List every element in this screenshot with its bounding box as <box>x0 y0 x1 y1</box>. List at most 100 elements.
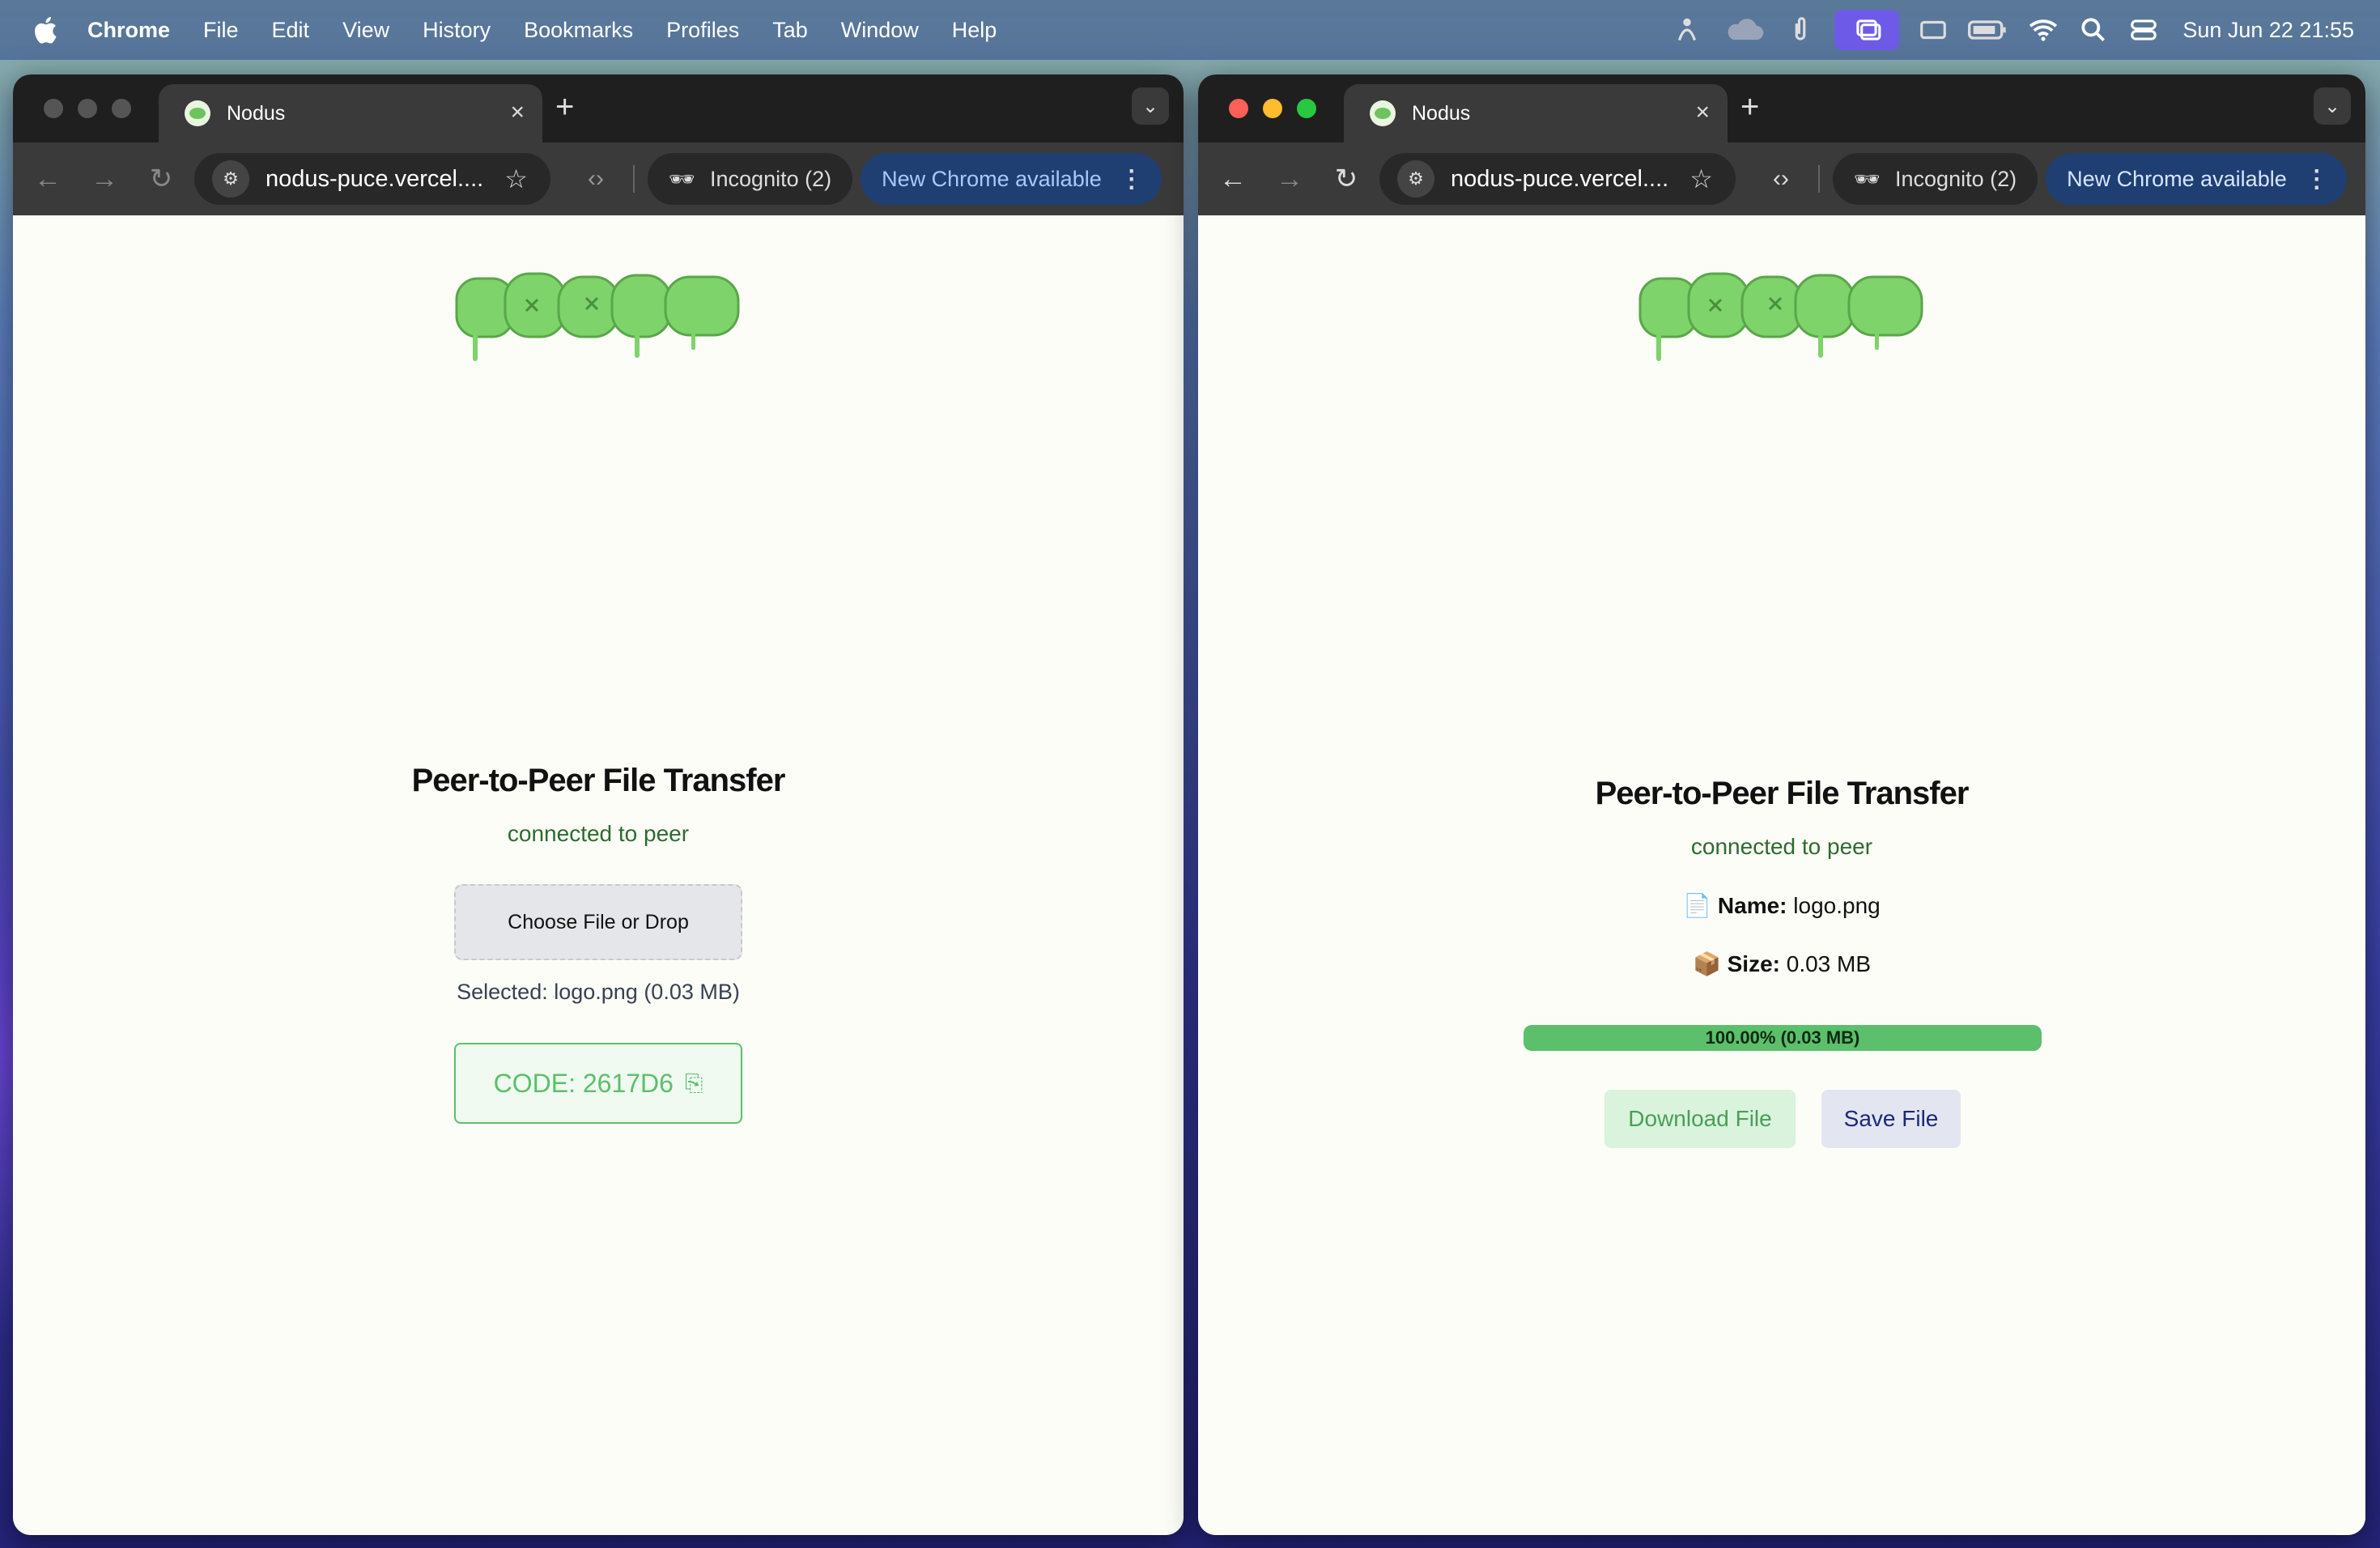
share-code-text: CODE: 2617D6 <box>493 1068 674 1098</box>
close-window-button[interactable] <box>1229 99 1248 118</box>
apple-icon[interactable] <box>31 15 58 45</box>
close-window-button[interactable] <box>44 99 63 118</box>
site-info-icon[interactable]: ⚙ <box>1397 160 1434 198</box>
bookmark-star-icon[interactable]: ☆ <box>1689 164 1713 194</box>
tab-search-icon[interactable]: ⌄ <box>2314 87 2351 125</box>
input-source-icon[interactable] <box>1917 14 1949 46</box>
zoom-window-button[interactable] <box>1297 99 1316 118</box>
tab-nodus[interactable]: Nodus × <box>1344 84 1728 142</box>
url-text: nodus-puce.vercel.... <box>1451 165 1669 192</box>
menu-bookmarks[interactable]: Bookmarks <box>524 18 633 43</box>
spotlight-icon[interactable] <box>2077 14 2110 46</box>
window-controls <box>1229 99 1316 118</box>
file-name-label: Name: <box>1717 893 1787 918</box>
zoom-window-button[interactable] <box>112 99 131 118</box>
progress-text: 100.00% (0.03 MB) <box>1705 1027 1860 1048</box>
menu-history[interactable]: History <box>423 18 491 43</box>
incognito-button[interactable]: 🕶 Incognito (2) <box>648 153 853 205</box>
download-label: Download File <box>1628 1106 1772 1131</box>
tab-strip: Nodus × + ⌄ <box>13 74 1184 142</box>
forward-icon[interactable]: → <box>76 164 133 195</box>
macos-menubar: Chrome File Edit View History Bookmarks … <box>0 0 2380 60</box>
package-icon: 📦 <box>1692 951 1721 976</box>
reload-icon[interactable]: ↻ <box>1318 163 1375 195</box>
selected-file-text: Selected: logo.png (0.03 MB) <box>457 980 740 1004</box>
menu-tab[interactable]: Tab <box>772 18 808 43</box>
battery-icon[interactable] <box>1967 14 2009 46</box>
tab-nodus[interactable]: Nodus × <box>159 84 542 142</box>
incognito-label: Incognito (2) <box>710 166 832 191</box>
toolbar-divider <box>633 165 635 193</box>
tab-search-icon[interactable]: ⌄ <box>1132 87 1169 125</box>
menu-window[interactable]: Window <box>841 18 919 43</box>
wifi-icon[interactable] <box>2027 14 2059 46</box>
page-content: Peer-to-Peer File Transfer connected to … <box>1198 215 2365 1535</box>
close-tab-icon[interactable]: × <box>1695 100 1710 125</box>
incognito-icon: 🕶 <box>669 166 696 191</box>
code-icon[interactable]: ‹› <box>1757 165 1805 193</box>
more-menu-icon[interactable]: ⋮ <box>2305 165 2329 194</box>
share-code-button[interactable]: CODE: 2617D6 ⎘ <box>454 1043 742 1124</box>
menu-edit[interactable]: Edit <box>272 18 310 43</box>
update-chrome-button[interactable]: New Chrome available ⋮ <box>861 153 1162 205</box>
chrome-window-right: Nodus × + ⌄ ← → ↻ ⚙ nodus-puce.vercel...… <box>1198 74 2365 1535</box>
forward-icon[interactable]: → <box>1261 164 1318 195</box>
accessibility-icon[interactable] <box>1671 14 1703 46</box>
page-content: Peer-to-Peer File Transfer connected to … <box>13 215 1184 1535</box>
menu-view[interactable]: View <box>342 18 389 43</box>
bookmark-star-icon[interactable]: ☆ <box>504 164 528 194</box>
tab-title: Nodus <box>1412 101 1471 125</box>
page-title: Peer-to-Peer File Transfer <box>1595 776 1970 811</box>
window-controls <box>44 99 131 118</box>
dropzone-label: Choose File or Drop <box>508 910 689 933</box>
connection-status: connected to peer <box>1690 834 1873 859</box>
screen-mirroring-icon[interactable] <box>1834 10 1900 50</box>
code-icon[interactable]: ‹› <box>572 165 620 193</box>
incognito-button[interactable]: 🕶 Incognito (2) <box>1833 153 2038 205</box>
address-bar[interactable]: ⚙ nodus-puce.vercel.... ☆ <box>1379 153 1736 205</box>
menu-chrome[interactable]: Chrome <box>87 18 170 43</box>
transfer-progress-bar: 100.00% (0.03 MB) <box>1524 1025 2042 1051</box>
paperclip-icon[interactable] <box>1784 14 1817 46</box>
save-label: Save File <box>1843 1106 1939 1131</box>
file-size-value: 0.03 MB <box>1786 951 1872 976</box>
nodus-logo <box>455 272 740 361</box>
browser-toolbar: ← → ↻ ⚙ nodus-puce.vercel.... ☆ ‹› 🕶 Inc… <box>1198 142 2365 215</box>
menu-profiles[interactable]: Profiles <box>666 18 739 43</box>
new-tab-icon[interactable]: + <box>555 91 574 123</box>
save-file-button[interactable]: Save File <box>1821 1090 1961 1148</box>
update-label: New Chrome available <box>882 166 1102 191</box>
download-file-button[interactable]: Download File <box>1604 1090 1796 1148</box>
nodus-logo <box>1638 272 1923 361</box>
control-center-icon[interactable] <box>2127 14 2160 46</box>
back-icon[interactable]: ← <box>1205 164 1261 195</box>
incognito-icon: 🕶 <box>1854 166 1881 191</box>
update-label: New Chrome available <box>2067 166 2287 191</box>
copy-icon[interactable]: ⎘ <box>685 1070 703 1097</box>
more-menu-icon[interactable]: ⋮ <box>1120 165 1144 194</box>
connection-status: connected to peer <box>507 821 690 846</box>
tab-title: Nodus <box>227 101 286 125</box>
file-size-row: 📦 Size: 0.03 MB <box>1198 950 2365 977</box>
nodus-favicon-icon <box>185 100 210 126</box>
close-tab-icon[interactable]: × <box>510 100 525 125</box>
file-name-value: logo.png <box>1793 893 1881 918</box>
site-info-icon[interactable]: ⚙ <box>212 160 249 198</box>
minimize-window-button[interactable] <box>1263 99 1282 118</box>
browser-toolbar: ← → ↻ ⚙ nodus-puce.vercel.... ☆ ‹› 🕶 Inc… <box>13 142 1184 215</box>
update-chrome-button[interactable]: New Chrome available ⋮ <box>2046 153 2347 205</box>
menubar-status-area: Sun Jun 22 21:55 <box>1653 0 2354 60</box>
menu-help[interactable]: Help <box>952 18 997 43</box>
cloud-icon[interactable] <box>1721 14 1766 46</box>
reload-icon[interactable]: ↻ <box>133 163 189 195</box>
back-icon[interactable]: ← <box>19 164 76 195</box>
file-icon: 📄 <box>1683 893 1712 918</box>
minimize-window-button[interactable] <box>78 99 97 118</box>
address-bar[interactable]: ⚙ nodus-puce.vercel.... ☆ <box>194 153 550 205</box>
choose-file-dropzone[interactable]: Choose File or Drop <box>454 884 742 960</box>
menu-file[interactable]: File <box>203 18 239 43</box>
file-name-row: 📄 Name: logo.png <box>1198 892 2365 919</box>
page-title: Peer-to-Peer File Transfer <box>411 763 786 798</box>
new-tab-icon[interactable]: + <box>1740 91 1759 123</box>
menubar-clock[interactable]: Sun Jun 22 21:55 <box>2182 18 2354 43</box>
